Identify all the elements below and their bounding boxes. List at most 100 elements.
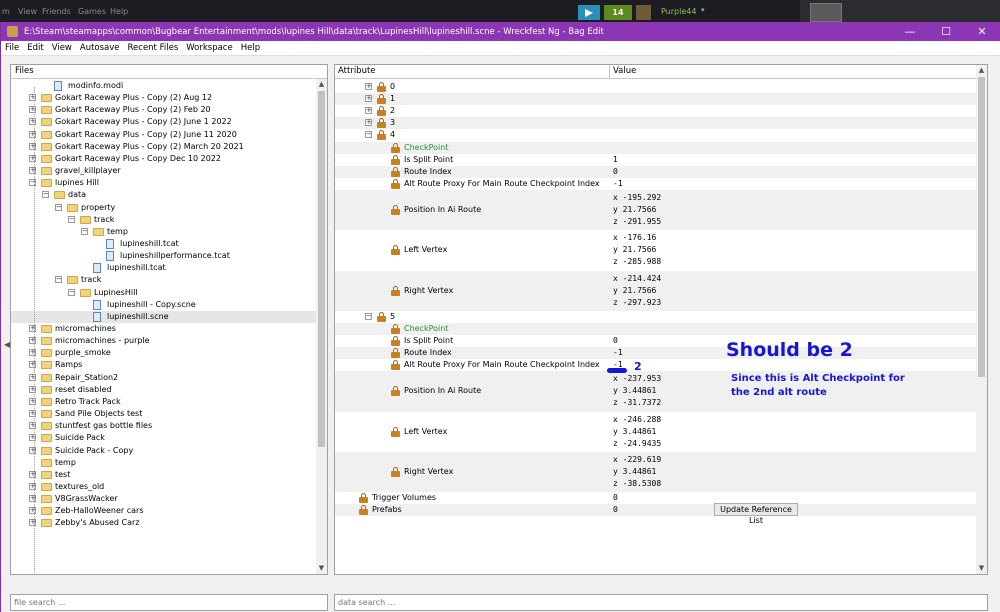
attribute-row[interactable]: −4 bbox=[335, 129, 977, 141]
tree-folder-item[interactable]: + Gokart Raceway Plus - Copy (2) March 20… bbox=[11, 141, 316, 153]
file-search-input[interactable] bbox=[10, 594, 328, 611]
maximize-button[interactable]: ☐ bbox=[928, 22, 964, 41]
collapse-icon[interactable]: − bbox=[55, 276, 62, 284]
attribute-value[interactable]: x -246.288 bbox=[613, 414, 661, 426]
bg-menu-item[interactable]: Friends bbox=[42, 7, 71, 16]
attribute-row[interactable]: Left Vertex x -176.16 y 21.7566 z -285.988 bbox=[335, 230, 977, 270]
announce-icon[interactable] bbox=[578, 5, 600, 20]
attribute-row[interactable]: +3 bbox=[335, 117, 977, 130]
column-divider[interactable] bbox=[609, 65, 610, 79]
menu-edit[interactable]: Edit bbox=[27, 43, 43, 53]
files-scrollbar[interactable]: ▲ ▼ bbox=[316, 79, 327, 574]
tree-folder-item[interactable]: + stuntfest gas bottle files bbox=[11, 420, 316, 432]
title-bar[interactable]: E:\Steam\steamapps\common\Bugbear Entert… bbox=[1, 22, 1000, 41]
tree-file-item[interactable]: lupineshill.tcat bbox=[11, 238, 316, 250]
attribute-value[interactable]: 0 bbox=[613, 166, 618, 178]
attribute-value[interactable]: z -297.923 bbox=[613, 297, 661, 309]
user-name[interactable]: Purple44 bbox=[661, 7, 696, 16]
collapse-icon[interactable]: − bbox=[42, 191, 49, 199]
bg-menu-item[interactable]: View bbox=[18, 7, 37, 16]
scroll-down-arrow[interactable]: ▼ bbox=[976, 563, 987, 574]
expand-icon[interactable]: + bbox=[365, 107, 372, 115]
attribute-row[interactable]: Route Index -1 bbox=[335, 347, 977, 360]
tree-folder-item[interactable]: + gravel_killplayer bbox=[11, 165, 316, 177]
tree-folder-item[interactable]: + Gokart Raceway Plus - Copy Dec 10 2022 bbox=[11, 153, 316, 165]
attribute-value[interactable]: y 3.44861 bbox=[613, 466, 656, 478]
attribute-row[interactable]: Right Vertex x -229.619 y 3.44861 z -38.530… bbox=[335, 451, 977, 493]
tree-folder-item[interactable]: + micromachines bbox=[11, 323, 316, 335]
attribute-value[interactable]: y 3.44861 bbox=[613, 426, 656, 438]
attribute-value[interactable]: 1 bbox=[613, 154, 618, 166]
tree-folder-item[interactable]: − track bbox=[11, 214, 316, 226]
tree-folder-item[interactable]: + Zeb-HalloWeener cars bbox=[11, 505, 316, 517]
tree-folder-item[interactable]: + Gokart Raceway Plus - Copy (2) June 11 … bbox=[11, 129, 316, 141]
tree-folder-item[interactable]: + Sand Pile Objects test bbox=[11, 408, 316, 420]
tree-folder-item[interactable]: + reset disabled bbox=[11, 384, 316, 396]
tree-folder-item[interactable]: + V8GrassWacker bbox=[11, 493, 316, 505]
scroll-down-arrow[interactable]: ▼ bbox=[316, 563, 327, 574]
tree-folder-item[interactable]: − LupinesHill bbox=[11, 287, 316, 299]
attribute-value[interactable]: z -38.5308 bbox=[613, 478, 661, 490]
menu-workspace[interactable]: Workspace bbox=[186, 43, 232, 53]
tree-file-item[interactable]: lupineshill.tcat bbox=[11, 262, 316, 274]
attribute-value[interactable]: x -214.424 bbox=[613, 273, 661, 285]
attribute-value[interactable]: z -24.9435 bbox=[613, 438, 661, 450]
attribute-value[interactable]: 0 bbox=[613, 492, 618, 504]
tree-folder-item[interactable]: + Gokart Raceway Plus - Copy (2) June 1 2… bbox=[11, 116, 316, 128]
attribute-row[interactable]: Left Vertex x -246.288 y 3.44861 z -24.9435 bbox=[335, 412, 977, 452]
tree-folder-item[interactable]: temp bbox=[11, 457, 316, 469]
tree-folder-item[interactable]: + Suicide Pack - Copy bbox=[11, 445, 316, 457]
avatar[interactable] bbox=[636, 5, 651, 20]
update-reference-list-button[interactable]: Update Reference List bbox=[714, 503, 798, 525]
tree-file-item[interactable]: lupineshill - Copy.scne bbox=[11, 299, 316, 311]
attribute-value[interactable]: x -176.16 bbox=[613, 232, 656, 244]
attribute-row[interactable]: +1 bbox=[335, 93, 977, 106]
menu-autosave[interactable]: Autosave bbox=[80, 43, 120, 53]
attribute-value[interactable]: x -237.953 bbox=[613, 373, 661, 385]
column-attribute[interactable]: Attribute bbox=[338, 65, 376, 78]
tree-folder-item[interactable]: + micromachines - purple bbox=[11, 335, 316, 347]
tree-folder-item[interactable]: − data bbox=[11, 189, 316, 201]
tree-folder-item[interactable]: − lupines Hill bbox=[11, 177, 316, 189]
attribute-row[interactable]: Is Split Point 1 bbox=[335, 154, 977, 166]
scroll-thumb[interactable] bbox=[318, 91, 325, 447]
tree-file-item[interactable]: modinfo.modi bbox=[11, 80, 316, 92]
close-button[interactable]: ✕ bbox=[964, 22, 1000, 41]
attribute-row[interactable]: +0 bbox=[335, 81, 977, 93]
attribute-row[interactable]: Route Index 0 bbox=[335, 165, 977, 178]
tree-folder-item[interactable]: + Gokart Raceway Plus - Copy (2) Feb 20 bbox=[11, 104, 316, 116]
attribute-value[interactable]: x -195.292 bbox=[613, 192, 661, 204]
attribute-row[interactable]: Is Split Point 0 bbox=[335, 335, 977, 347]
attribute-value[interactable]: x -229.619 bbox=[613, 454, 661, 466]
notification-count-badge[interactable]: 14 bbox=[604, 5, 632, 20]
bg-menu-item[interactable]: Games bbox=[78, 7, 106, 16]
tree-folder-item[interactable]: + test bbox=[11, 469, 316, 481]
expand-icon[interactable]: + bbox=[365, 119, 372, 127]
tree-folder-item[interactable]: + Suicide Pack bbox=[11, 432, 316, 444]
minimize-button[interactable]: — bbox=[892, 22, 928, 41]
tree-folder-item[interactable]: − temp bbox=[11, 226, 316, 238]
menu-help[interactable]: Help bbox=[241, 43, 260, 53]
tree-file-item[interactable]: lupineshillperformance.tcat bbox=[11, 250, 316, 262]
tree-folder-item[interactable]: − track bbox=[11, 274, 316, 286]
attribute-value[interactable]: 0 bbox=[613, 504, 618, 516]
expand-icon[interactable]: + bbox=[365, 83, 372, 91]
attribute-row[interactable]: Prefabs 0 Update Reference List bbox=[335, 503, 977, 525]
data-search-input[interactable] bbox=[334, 594, 988, 611]
tree-folder-item[interactable]: + purple_smoke bbox=[11, 347, 316, 359]
chevron-down-icon[interactable]: ▾ bbox=[701, 6, 705, 14]
attribute-row[interactable]: CheckPoint bbox=[335, 141, 977, 154]
attribute-row[interactable]: −5 bbox=[335, 311, 977, 323]
attribute-row[interactable]: +2 bbox=[335, 105, 977, 117]
attribute-value[interactable]: z -291.955 bbox=[613, 216, 661, 228]
scroll-up-arrow[interactable]: ▲ bbox=[316, 79, 327, 90]
attribute-row[interactable]: Alt Route Proxy For Main Route Checkpoin… bbox=[335, 178, 977, 190]
attribute-row[interactable]: Position In Ai Route x -195.292 y 21.7566 z… bbox=[335, 189, 977, 231]
attribute-value[interactable]: y 3.44861 bbox=[613, 385, 656, 397]
tree-folder-item[interactable]: + Retro Track Pack bbox=[11, 396, 316, 408]
attribute-value[interactable]: y 21.7566 bbox=[613, 244, 656, 256]
bg-menu-item[interactable]: m bbox=[2, 7, 10, 16]
collapse-icon[interactable]: − bbox=[365, 312, 372, 320]
attribute-value[interactable]: y 21.7566 bbox=[613, 204, 656, 216]
attribute-value[interactable]: y 21.7566 bbox=[613, 285, 656, 297]
